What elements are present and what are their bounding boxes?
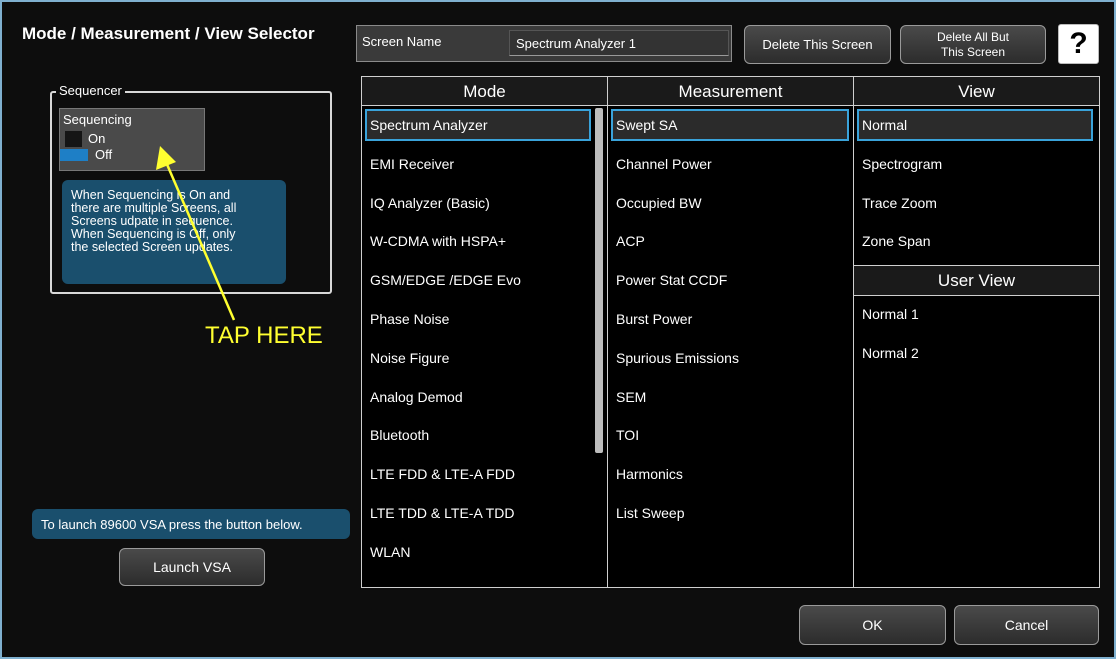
measurement-list-item[interactable]: SEM	[611, 381, 849, 413]
sequencer-info-tooltip: When Sequencing is On and there are mult…	[62, 180, 286, 284]
mode-column: Mode Spectrum Analyzer EMI Receiver IQ Ana…	[362, 77, 608, 587]
delete-screen-button[interactable]: Delete This Screen	[744, 25, 891, 64]
user-view-list-item[interactable]: Normal 2	[857, 337, 1093, 369]
measurement-list-item[interactable]: Power Stat CCDF	[611, 264, 849, 296]
mode-list-item[interactable]: WLAN	[365, 536, 591, 568]
screen-name-input[interactable]: Spectrum Analyzer 1	[509, 30, 729, 56]
help-icon: ?	[1069, 27, 1088, 60]
mode-list-item[interactable]: Analog Demod	[365, 381, 591, 413]
help-button[interactable]: ?	[1058, 24, 1099, 64]
mode-list-item[interactable]: Noise Figure	[365, 342, 591, 374]
mode-list-item[interactable]: Bluetooth	[365, 419, 591, 451]
mode-list-item[interactable]: LTE FDD & LTE-A FDD	[365, 458, 591, 490]
view-list-item[interactable]: Normal	[857, 109, 1093, 141]
sequencer-legend: Sequencer	[56, 83, 125, 98]
user-view-header: User View	[854, 265, 1099, 296]
measurement-list-item[interactable]: ACP	[611, 225, 849, 257]
mode-list-item[interactable]: GSM/EDGE /EDGE Evo	[365, 264, 591, 296]
measurement-header: Measurement	[608, 77, 853, 106]
measurement-column: Measurement Swept SA Channel Power Occupie…	[608, 77, 854, 587]
selector-panel: Mode Spectrum Analyzer EMI Receiver IQ Ana…	[361, 76, 1100, 588]
mode-scrollbar[interactable]	[595, 108, 603, 453]
screen-name-label: Screen Name	[362, 34, 442, 49]
measurement-list-item[interactable]: Harmonics	[611, 458, 849, 490]
cancel-button[interactable]: Cancel	[954, 605, 1099, 645]
mode-list-item[interactable]: LTE TDD & LTE-A TDD	[365, 497, 591, 529]
view-list-item[interactable]: Spectrogram	[857, 148, 1093, 180]
measurement-list-item[interactable]: Channel Power	[611, 148, 849, 180]
tap-here-annotation: TAP HERE	[205, 322, 323, 349]
launch-vsa-button[interactable]: Launch VSA	[119, 548, 265, 586]
toggle-off-label: Off	[95, 147, 113, 162]
mode-list-item[interactable]: IQ Analyzer (Basic)	[365, 187, 591, 219]
ok-button[interactable]: OK	[799, 605, 946, 645]
info-line: the selected Screen updates.	[71, 240, 233, 254]
delete-all-but-this-screen-button[interactable]: Delete All But This Screen	[900, 25, 1046, 64]
mode-list-item[interactable]: Phase Noise	[365, 303, 591, 335]
view-list-item[interactable]: Zone Span	[857, 225, 1093, 257]
delete-all-line1: Delete All But	[936, 29, 1010, 44]
toggle-on-indicator	[65, 131, 82, 147]
sequencing-toggle[interactable]: Sequencing On Off	[59, 108, 205, 171]
delete-all-line2: This Screen	[940, 44, 1005, 59]
measurement-list-item[interactable]: TOI	[611, 419, 849, 451]
mode-list-item[interactable]: Spectrum Analyzer	[365, 109, 591, 141]
user-view-list-item[interactable]: Normal 1	[857, 298, 1093, 330]
measurement-list-item[interactable]: Swept SA	[611, 109, 849, 141]
view-header: View	[854, 77, 1099, 106]
measurement-list-item[interactable]: Burst Power	[611, 303, 849, 335]
view-column: View Normal Spectrogram Trace Zoom Zone Spa…	[854, 77, 1099, 587]
measurement-list-item[interactable]: Spurious Emissions	[611, 342, 849, 374]
toggle-off-indicator	[60, 149, 88, 161]
dialog-window: Mode / Measurement / View Selector Scree…	[0, 0, 1116, 659]
sequencing-label: Sequencing	[63, 112, 132, 127]
toggle-on-label: On	[88, 131, 106, 146]
measurement-list-item[interactable]: List Sweep	[611, 497, 849, 529]
measurement-list-item[interactable]: Occupied BW	[611, 187, 849, 219]
screen-name-group: Screen Name Spectrum Analyzer 1	[356, 25, 732, 62]
vsa-info-tooltip: To launch 89600 VSA press the button bel…	[32, 509, 350, 539]
dialog-title: Mode / Measurement / View Selector	[22, 24, 315, 43]
mode-list-item[interactable]: EMI Receiver	[365, 148, 591, 180]
view-list-item[interactable]: Trace Zoom	[857, 187, 1093, 219]
mode-header: Mode	[362, 77, 607, 106]
mode-list-item[interactable]: W-CDMA with HSPA+	[365, 225, 591, 257]
